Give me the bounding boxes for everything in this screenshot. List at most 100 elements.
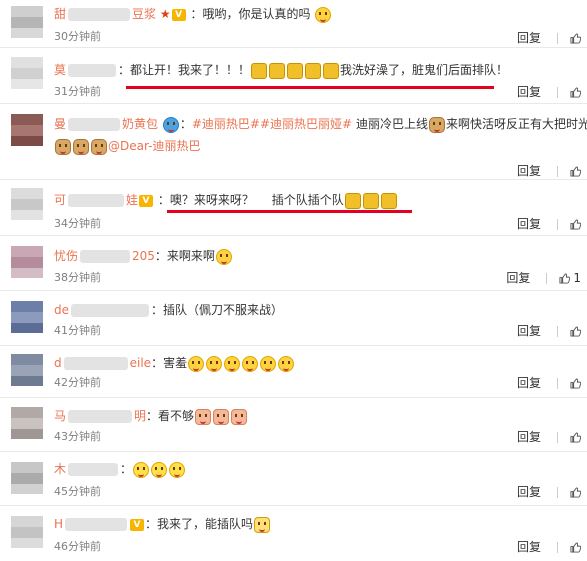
balloon-icon	[162, 116, 179, 133]
reply-button[interactable]: 回复	[517, 217, 541, 231]
avatar[interactable]	[11, 516, 43, 548]
like-icon[interactable]	[559, 273, 571, 284]
sticker-icon	[305, 62, 322, 79]
annotation-underline	[126, 86, 494, 89]
comment-actions: 回复	[517, 85, 581, 99]
avatar[interactable]	[11, 354, 43, 386]
timestamp: 42分钟前	[54, 376, 101, 389]
comment-text: ：插队（佩刀不服来战）	[151, 303, 284, 317]
avatar[interactable]	[11, 301, 43, 333]
heart-eyes-emoji-icon	[215, 248, 232, 265]
vip-badge-icon: V	[130, 518, 145, 531]
mention-link[interactable]: @Dear-迪丽热巴	[108, 139, 200, 153]
like-icon[interactable]	[570, 378, 581, 389]
username[interactable]: 莫	[54, 63, 118, 77]
username[interactable]: 忧伤 205	[54, 249, 155, 263]
comment-actions: 回复	[517, 430, 581, 444]
vip-badge-icon: V	[139, 194, 154, 207]
username[interactable]: 马明	[54, 409, 146, 423]
reply-button[interactable]: 回复	[517, 164, 541, 178]
heart-eyes-emoji-icon	[242, 355, 259, 372]
username[interactable]: de	[54, 303, 151, 317]
sticker-icon	[380, 192, 397, 209]
comment-item: H V ：我来了，能插队吗 46分钟前 回复	[0, 506, 587, 561]
comment-actions: 回复	[517, 217, 581, 231]
like-icon[interactable]	[570, 542, 581, 553]
reply-button[interactable]: 回复	[517, 31, 541, 45]
heart-eyes-emoji-icon	[224, 355, 241, 372]
username[interactable]: H	[54, 517, 129, 531]
comment-item: 木： 45分钟前 回复	[0, 452, 587, 506]
heart-eyes-emoji-icon	[260, 355, 277, 372]
like-icon[interactable]	[570, 166, 581, 177]
sticker-icon	[344, 192, 361, 209]
comment-item: 莫：都让开！我来了！！！ 我洗好澡了，脏鬼们后面排队！ 31分钟前 回复	[0, 48, 587, 104]
avatar[interactable]	[11, 57, 43, 89]
sticker-icon	[269, 62, 286, 79]
reply-button[interactable]: 回复	[517, 430, 541, 444]
dog-emoji-icon	[91, 138, 107, 155]
laughing-emoji-icon	[133, 461, 150, 478]
comment-item: 可娃V ：噢？来呀来呀？ 插个队插个队 34分钟前 回复	[0, 180, 587, 236]
sticker-icon	[362, 192, 379, 209]
username[interactable]: d eile	[54, 356, 151, 370]
pray-emoji-icon	[315, 6, 332, 23]
reply-button[interactable]: 回复	[517, 485, 541, 499]
comment-text: ：噢？来呀来呀？	[157, 193, 254, 207]
username[interactable]: 木	[54, 462, 120, 476]
comment-text: ：我来了，能插队吗	[145, 517, 254, 531]
like-count: 1	[573, 271, 581, 285]
avatar[interactable]	[11, 188, 43, 220]
username[interactable]: 甜豆浆	[54, 7, 156, 21]
comment-text: ：都让开！我来了！！！	[118, 63, 251, 77]
reply-button[interactable]: 回复	[517, 540, 541, 554]
dog-emoji-icon	[428, 116, 445, 133]
avatar[interactable]	[11, 246, 43, 278]
comment-text: ：	[120, 462, 133, 476]
avatar[interactable]	[11, 462, 43, 494]
comment-text: 我洗好澡了，脏鬼们后面排队！	[340, 63, 509, 77]
comment-actions: 回复 1	[506, 271, 581, 285]
comment-item: 忧伤 205：来啊来啊 38分钟前 回复 1	[0, 236, 587, 291]
reply-button[interactable]: 回复	[517, 376, 541, 390]
timestamp: 31分钟前	[54, 85, 101, 98]
username[interactable]: 可娃	[54, 193, 138, 207]
like-icon[interactable]	[570, 33, 581, 44]
topic-link[interactable]: #迪丽热巴丽娅#	[260, 117, 352, 131]
reply-button[interactable]: 回复	[517, 324, 541, 338]
like-icon[interactable]	[570, 326, 581, 337]
timestamp: 38分钟前	[54, 271, 101, 284]
timestamp: 30分钟前	[54, 30, 101, 43]
like-icon[interactable]	[570, 219, 581, 230]
comment-text: ：哦哟，你是认真的吗	[190, 7, 311, 21]
timestamp: 46分钟前	[54, 540, 101, 553]
comment-actions: 回复	[517, 376, 581, 390]
comment-actions: 回复	[517, 540, 581, 554]
comment-actions: 回复	[517, 31, 581, 45]
cat-emoji-icon	[254, 516, 271, 533]
comment-text: ：害羞	[151, 356, 188, 370]
avatar[interactable]	[11, 6, 43, 38]
comment-item: 曼奶黄包 ：#迪丽热巴##迪丽热巴丽娅# 迪丽冷巴上线 来啊快活呀反正有大把时光 …	[0, 104, 587, 180]
avatar[interactable]	[11, 407, 43, 439]
like-icon[interactable]	[570, 432, 581, 443]
like-icon[interactable]	[570, 487, 581, 498]
username[interactable]: 曼奶黄包	[54, 117, 158, 131]
comment-actions: 回复	[517, 485, 581, 499]
dog-emoji-icon	[73, 138, 89, 155]
heart-eyes-emoji-icon	[206, 355, 223, 372]
annotation-underline	[167, 210, 412, 213]
reply-button[interactable]: 回复	[517, 85, 541, 99]
clap-emoji-icon	[213, 408, 230, 425]
sticker-icon	[287, 62, 304, 79]
star-icon: ★	[159, 7, 171, 21]
comment-actions: 回复	[517, 324, 581, 338]
timestamp: 45分钟前	[54, 485, 101, 498]
topic-link[interactable]: #迪丽热巴#	[192, 117, 260, 131]
comment-text: ：来啊来啊	[154, 249, 215, 263]
reply-button[interactable]: 回复	[506, 271, 530, 285]
dog-emoji-icon	[55, 138, 71, 155]
like-icon[interactable]	[570, 87, 581, 98]
avatar[interactable]	[11, 114, 43, 146]
heart-eyes-emoji-icon	[278, 355, 295, 372]
